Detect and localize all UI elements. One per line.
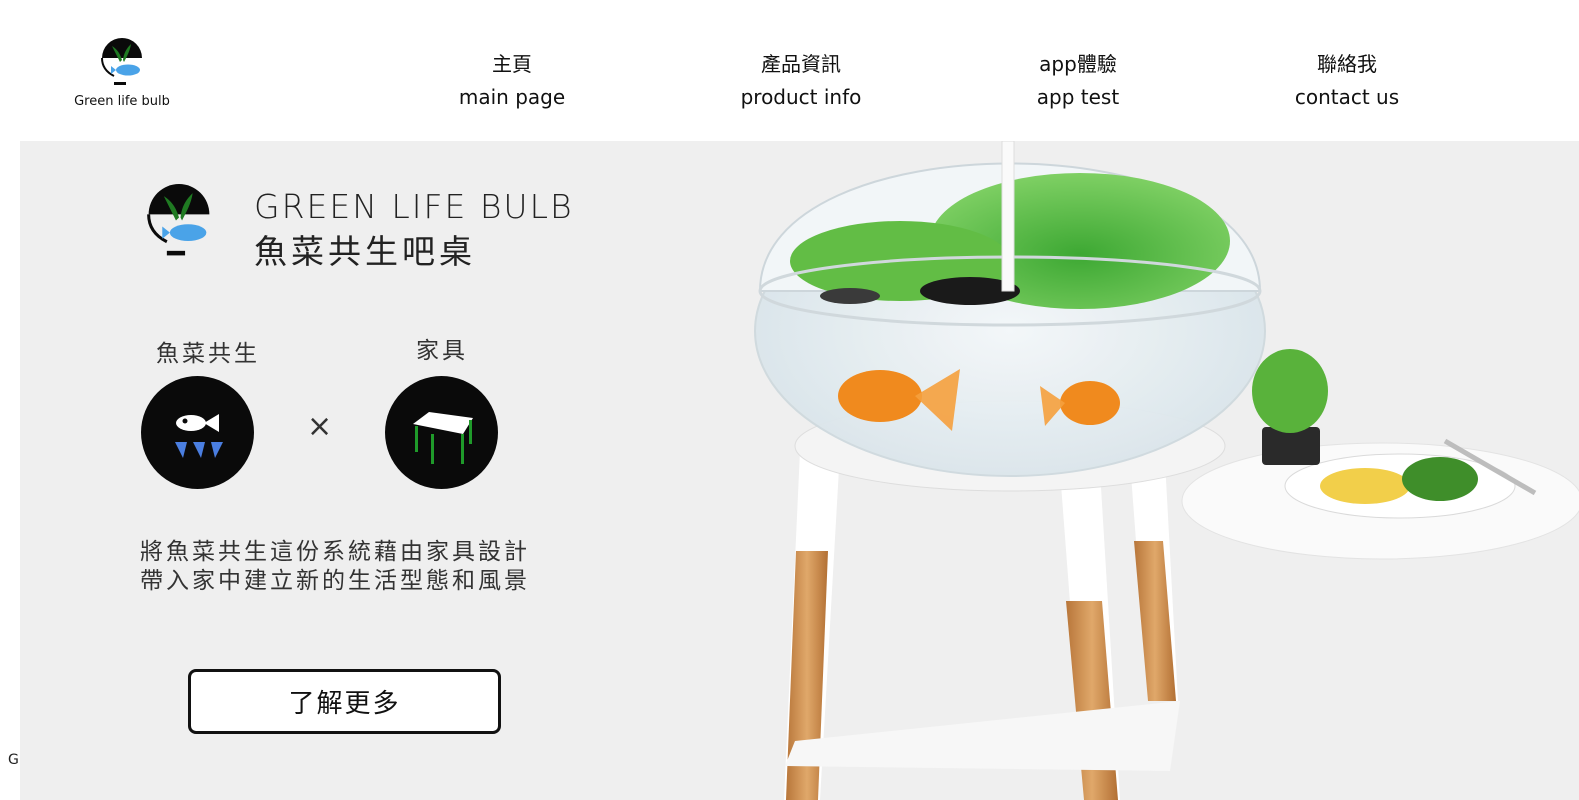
times-symbol: × bbox=[307, 409, 333, 444]
nav-item-product-info[interactable]: 產品資訊 product info bbox=[706, 48, 896, 114]
brand-logo-link[interactable]: Green life bulb bbox=[62, 36, 182, 109]
aquaponics-table-image bbox=[754, 141, 1579, 800]
nav-label-zh: 產品資訊 bbox=[761, 52, 841, 76]
fish-plant-bulb-logo-icon bbox=[147, 184, 210, 256]
hero-title-zh: 魚菜共生吧桌 bbox=[254, 232, 476, 271]
description-line: 帶入家中建立新的生活型態和風景 bbox=[140, 568, 530, 594]
description-line: 將魚菜共生這份系統藉由家具設計 bbox=[140, 539, 530, 565]
hero-title-en: GREEN LIFE BULB bbox=[254, 187, 574, 226]
nav-label-zh: 聯絡我 bbox=[1317, 52, 1377, 76]
hero-description: 將魚菜共生這份系統藉由家具設計 帶入家中建立新的生活型態和風景 bbox=[140, 538, 530, 596]
concept-label-aquaponics: 魚菜共生 bbox=[156, 341, 260, 367]
nav-item-app-test[interactable]: app體驗 app test bbox=[983, 48, 1173, 114]
nav-item-contact-us[interactable]: 聯絡我 contact us bbox=[1252, 48, 1442, 114]
nav-label-zh: app體驗 bbox=[1039, 52, 1117, 76]
nav-label-en: app test bbox=[1036, 85, 1120, 109]
learn-more-button[interactable]: 了解更多 bbox=[188, 669, 501, 734]
nav-item-main-page[interactable]: 主頁 main page bbox=[417, 48, 607, 114]
concept-label-furniture: 家具 bbox=[416, 338, 468, 364]
fish-plant-icon bbox=[141, 376, 254, 489]
table-icon bbox=[385, 376, 498, 489]
fish-plant-bulb-logo-icon bbox=[101, 38, 142, 85]
side-text: G bbox=[8, 752, 19, 768]
site-header: Green life bulb 主頁 main page 產品資訊 produc… bbox=[0, 0, 1579, 141]
nav-label-zh: 主頁 bbox=[492, 52, 532, 76]
brand-name: Green life bulb bbox=[74, 94, 170, 109]
nav-label-en: main page bbox=[458, 85, 566, 109]
nav-label-en: product info bbox=[740, 85, 862, 109]
hero-section: GREEN LIFE BULB 魚菜共生吧桌 魚菜共生 家具 × 將魚菜共生這份… bbox=[20, 141, 1579, 800]
nav-label-en: contact us bbox=[1294, 85, 1400, 109]
